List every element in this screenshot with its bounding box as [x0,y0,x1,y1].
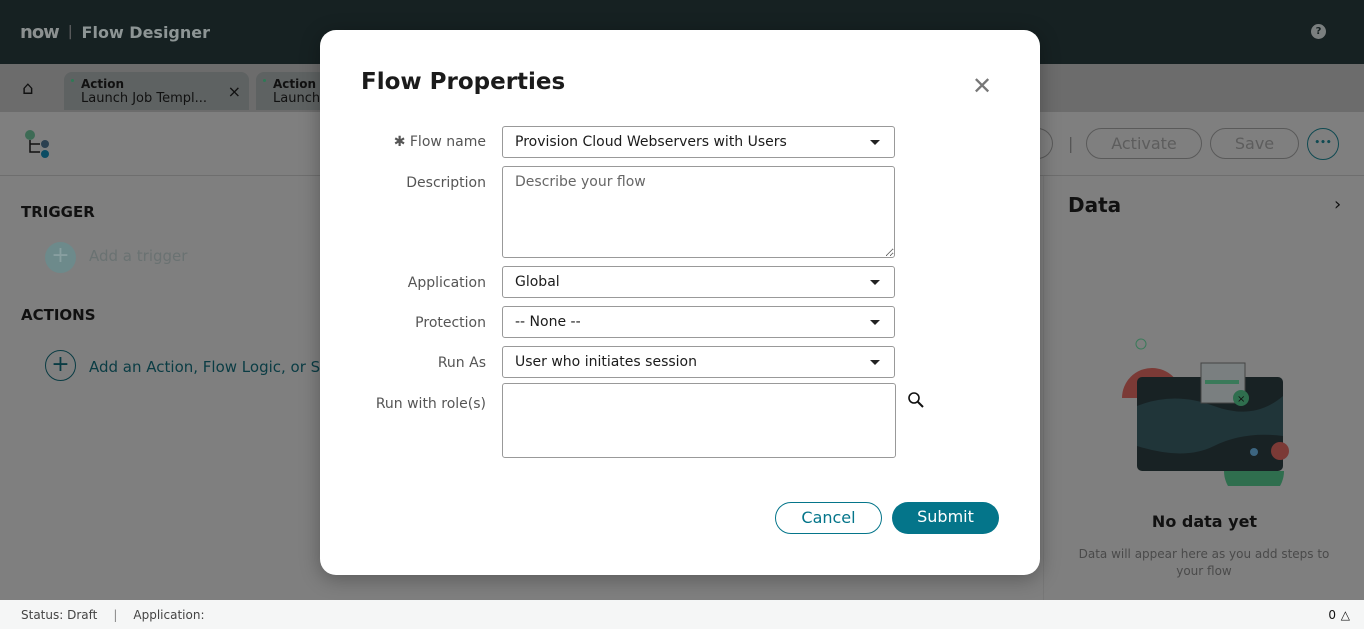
notification-count[interactable]: 0 [1328,608,1336,622]
home-icon[interactable]: ⌂ [22,78,33,99]
description-input[interactable] [502,166,895,258]
close-icon[interactable]: ✕ [972,72,992,100]
tab-title: Launch [273,91,321,106]
dialog-title: Flow Properties [361,69,566,95]
add-trigger-link[interactable]: Add a trigger [89,247,187,265]
tab-launch[interactable]: Action Launch [256,72,326,110]
more-options-button[interactable]: ••• [1307,128,1339,160]
tab-type: Action [81,77,125,91]
run-as-value: User who initiates session [515,354,697,370]
app-title: Flow Designer [81,22,211,42]
run-as-select[interactable]: User who initiates session [502,346,895,378]
application-select[interactable]: Global [502,266,895,298]
description-label: Description [406,175,486,191]
now-logo: now [20,21,60,43]
status-bar: Status: Draft | Application: 0 △ [0,600,1364,629]
run-as-label: Run As [437,355,486,371]
actions-heading: ACTIONS [21,306,96,324]
flow-name-input[interactable]: Provision Cloud Webservers with Users [502,126,895,158]
tab-type: Action [273,77,317,91]
protection-label: Protection [415,315,486,331]
chevron-right-icon[interactable]: › [1334,194,1341,215]
flow-properties-dialog: Flow Properties ✕ ✱ Flow name Provision … [320,30,1040,575]
flow-icon [25,130,49,158]
protection-value: -- None -- [515,314,581,330]
protection-select[interactable]: -- None -- [502,306,895,338]
svg-text:×: × [1237,394,1245,405]
bell-icon[interactable]: △ [1341,608,1350,622]
unsaved-dot [263,79,266,82]
application-value: Global [515,274,560,290]
help-icon[interactable]: ? [1311,24,1326,39]
flow-name-label: ✱ Flow name [394,134,486,150]
add-action-icon[interactable]: + [45,350,76,381]
divider: | [67,24,73,40]
empty-state-title: No data yet [1151,512,1258,531]
close-tab-icon[interactable]: × [228,82,241,101]
roles-input[interactable] [502,383,896,458]
application-status: Application: [133,607,205,622]
divider: | [113,607,118,622]
data-panel-title: Data [1068,193,1122,217]
empty-state-text: Data will appear here as you add steps t… [1078,547,1330,578]
trigger-heading: TRIGGER [21,203,95,221]
tab-title: Launch Job Templ... [81,91,208,106]
empty-state-illustration: × [1122,338,1289,486]
flow-name-label-text: Flow name [409,134,486,150]
flow-status: Status: Draft [21,607,98,622]
unsaved-dot [71,79,74,82]
submit-button[interactable]: Submit [892,502,999,534]
data-panel: Data › × No data yet Data will appear he… [1043,176,1364,600]
divider: | [1068,134,1074,153]
cancel-button[interactable]: Cancel [775,502,882,534]
save-button[interactable]: Save [1210,128,1299,159]
add-trigger-icon[interactable]: + [45,242,76,273]
tab-launch-job-template[interactable]: Action Launch Job Templ... × [64,72,249,110]
roles-label: Run with role(s) [375,396,486,412]
activate-button[interactable]: Activate [1086,128,1202,159]
required-icon: ✱ [393,134,410,150]
application-label: Application [407,275,486,291]
search-icon[interactable] [907,391,925,409]
